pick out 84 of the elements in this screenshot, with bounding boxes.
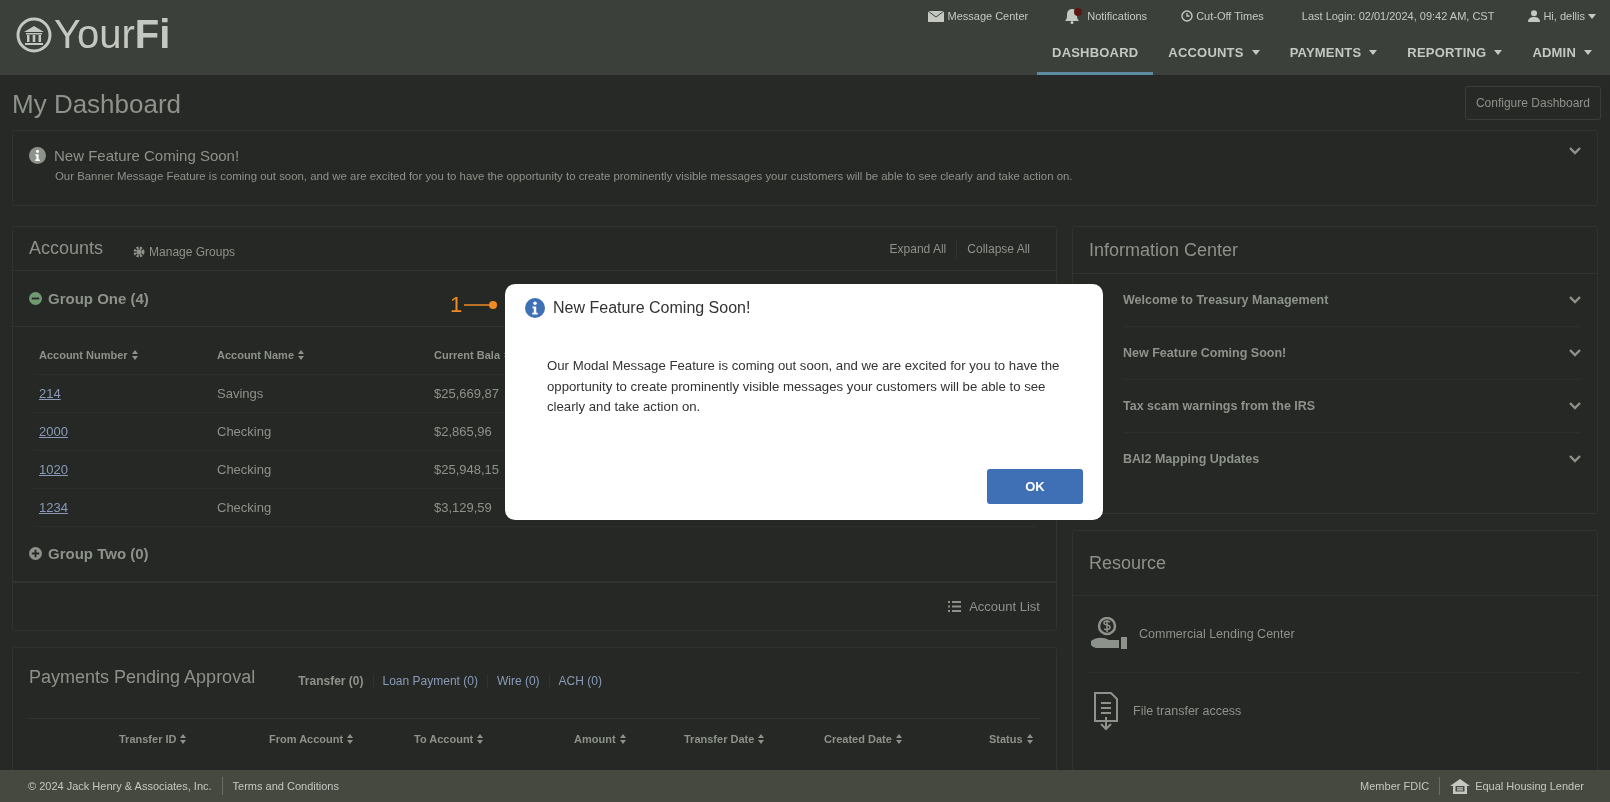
nav-tab[interactable]: REPORTING xyxy=(1392,32,1518,75)
member-fdic-text: Member FDIC xyxy=(1360,780,1430,792)
chevron-icon[interactable] xyxy=(1569,402,1581,410)
column-header[interactable]: Account Name xyxy=(211,349,428,362)
page-title: My Dashboard xyxy=(12,88,182,120)
user-icon xyxy=(1528,10,1541,22)
logo[interactable]: YourFi xyxy=(16,12,171,57)
resource-link[interactable]: File transfer access xyxy=(1089,673,1581,749)
account-link[interactable]: 1234 xyxy=(33,499,68,515)
manage-groups-link[interactable]: Manage Groups xyxy=(133,244,236,259)
equal-housing-text: Equal Housing Lender xyxy=(1450,778,1584,794)
group-toggle[interactable]: Group Two (0) xyxy=(29,545,149,563)
gear-icon xyxy=(133,245,146,258)
ok-button[interactable]: OK xyxy=(987,469,1083,504)
panel-title: Information Center xyxy=(1089,239,1239,261)
logo-text: YourFi xyxy=(54,12,171,57)
list-icon xyxy=(948,601,962,613)
column-header[interactable]: Transfer Date xyxy=(684,733,824,745)
banner-title: New Feature Coming Soon! xyxy=(54,147,240,164)
chevron-icon[interactable] xyxy=(1569,147,1581,155)
payment-tab[interactable]: Wire (0) xyxy=(487,674,550,688)
account-link[interactable]: 2000 xyxy=(33,423,68,439)
house-icon xyxy=(1450,778,1471,794)
collapse-all-link[interactable]: Collapse All xyxy=(957,241,1040,256)
column-header[interactable]: Amount xyxy=(574,733,684,745)
account-link[interactable]: 214 xyxy=(33,385,61,401)
clock-icon xyxy=(1181,10,1194,22)
info-item[interactable]: BAI2 Mapping Updates xyxy=(1123,433,1581,485)
nav-tab[interactable]: DASHBOARD xyxy=(1037,32,1154,75)
caret-icon xyxy=(1588,13,1596,19)
account-list-link[interactable]: Account List xyxy=(948,599,1040,615)
hand-coin-icon xyxy=(1089,617,1129,651)
terms-link[interactable]: Terms and Conditions xyxy=(232,780,339,792)
payment-tab[interactable]: Transfer (0) xyxy=(289,674,374,688)
expand-icon[interactable] xyxy=(29,547,42,561)
payment-tab[interactable]: ACH (0) xyxy=(549,674,611,688)
table-cell-text: Checking xyxy=(216,499,272,515)
chevron-icon[interactable] xyxy=(1569,349,1581,357)
column-header[interactable]: Transfer ID xyxy=(119,733,269,745)
table-cell-text: $25,948,15 xyxy=(433,461,500,477)
resource-link[interactable]: Commercial Lending Center xyxy=(1089,596,1581,673)
modal-title: New Feature Coming Soon! xyxy=(553,299,751,317)
expand-all-link[interactable]: Expand All xyxy=(879,241,957,256)
table-cell-text: $3,129,59 xyxy=(433,499,492,515)
bell-icon xyxy=(1062,8,1085,24)
info-icon xyxy=(525,298,545,318)
column-header[interactable]: Status xyxy=(989,733,1040,745)
table-cell-text: Checking xyxy=(216,461,272,477)
mail-icon xyxy=(928,10,945,22)
info-item[interactable]: New Feature Coming Soon! xyxy=(1123,327,1581,380)
table-cell-text: Checking xyxy=(216,423,272,439)
collapse-icon[interactable] xyxy=(29,291,42,305)
copyright-text: © 2024 Jack Henry & Associates, Inc. xyxy=(28,780,212,792)
configure-dashboard-button[interactable]: Configure Dashboard xyxy=(1464,85,1601,120)
nav-tab[interactable]: PAYMENTS xyxy=(1274,32,1393,75)
callout-number: 1 xyxy=(450,292,463,318)
column-header[interactable]: To Account xyxy=(414,733,574,745)
info-icon xyxy=(29,147,46,164)
panel-title: Accounts xyxy=(29,238,104,260)
header-link[interactable]: Notifications xyxy=(1062,7,1148,25)
callout-leader-line xyxy=(464,300,499,310)
last-login-text: Last Login: 02/01/2024, 09:42 AM, CST xyxy=(1301,9,1495,24)
group-toggle[interactable]: Group One (4) xyxy=(29,289,149,307)
nav-tab[interactable]: ADMIN xyxy=(1517,32,1596,75)
info-item[interactable]: Tax scam warnings from the IRS xyxy=(1123,380,1581,433)
table-cell-text: $2,865,96 xyxy=(433,423,492,439)
column-header[interactable]: Account Number xyxy=(33,349,211,362)
chevron-icon[interactable] xyxy=(1569,455,1581,463)
nav-tab[interactable]: ACCOUNTS xyxy=(1153,32,1275,75)
payment-tab[interactable]: Loan Payment (0) xyxy=(373,674,488,688)
header-link[interactable]: Message Center xyxy=(928,7,1029,25)
column-header[interactable]: From Account xyxy=(269,733,414,745)
banner-text: Our Banner Message Feature is coming out soon, and we are excited for you to have the opportunity to create prominently visible messages your customers will be able to see clearly and take action on. xyxy=(55,170,1073,182)
column-header[interactable]: Created Date xyxy=(824,733,989,745)
info-item[interactable]: Welcome to Treasury Management xyxy=(1123,274,1581,327)
account-link[interactable]: 1020 xyxy=(33,461,68,477)
header-link[interactable]: Hi, dellis xyxy=(1528,7,1596,25)
table-cell-text: Savings xyxy=(216,385,264,401)
table-cell-text: $25,669,87 xyxy=(433,385,500,401)
panel-title: Resource xyxy=(1089,552,1167,574)
panel-title: Payments Pending Approval xyxy=(29,666,256,688)
header-link[interactable]: Cut-Off Times xyxy=(1181,7,1264,25)
chevron-icon[interactable] xyxy=(1569,296,1581,304)
bank-icon xyxy=(16,16,52,53)
